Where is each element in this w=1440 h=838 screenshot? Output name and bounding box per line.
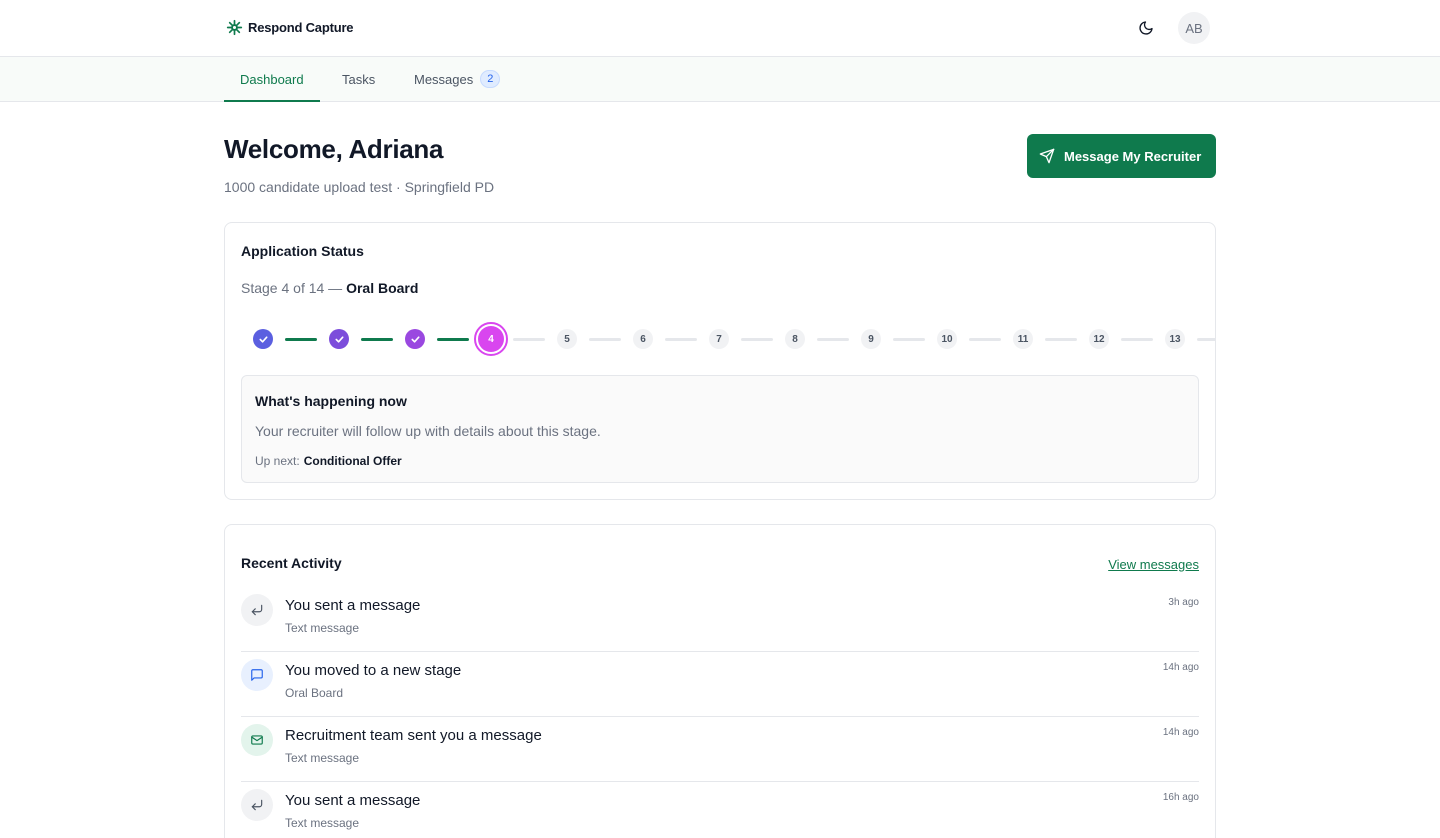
activity-item[interactable]: You moved to a new stage Oral Board 14h …: [241, 652, 1199, 717]
recent-activity-card: Recent Activity View messages You sent a…: [224, 524, 1216, 838]
tab-messages[interactable]: Messages 2: [398, 57, 516, 101]
avatar[interactable]: AB: [1178, 12, 1210, 44]
reply-icon: [251, 799, 263, 811]
reply-icon: [251, 604, 263, 616]
activity-time: 14h ago: [1162, 727, 1199, 738]
stage-step-current: 4: [474, 322, 508, 356]
message-recruiter-label: Message My Recruiter: [1064, 148, 1202, 164]
now-description: Your recruiter will follow up with detai…: [255, 423, 601, 439]
tab-label: Dashboard: [240, 71, 304, 87]
stage-step-upcoming: 7: [709, 329, 729, 349]
check-icon: [258, 335, 268, 343]
stage-connector-upcoming: [1197, 338, 1215, 341]
card-title: Application Status: [241, 243, 364, 259]
stage-connector-upcoming: [1045, 338, 1077, 341]
activity-title: Recruitment team sent you a message: [285, 727, 542, 744]
tab-label: Messages: [414, 71, 474, 87]
activity-time: 14h ago: [1162, 662, 1199, 673]
check-icon: [410, 335, 420, 343]
stage-step-upcoming: 9: [861, 329, 881, 349]
stage-connector-upcoming: [665, 338, 697, 341]
tab-tasks[interactable]: Tasks: [326, 57, 391, 101]
stage-connector-upcoming: [969, 338, 1001, 341]
activity-item[interactable]: Recruitment team sent you a message Text…: [241, 717, 1199, 782]
stage-step-upcoming: 13: [1165, 329, 1185, 349]
tab-label: Tasks: [342, 71, 376, 87]
stage-connector-upcoming: [1121, 338, 1153, 341]
up-next-value: Conditional Offer: [303, 454, 402, 468]
stage-step-complete: [253, 329, 273, 349]
card-title: Recent Activity: [241, 555, 342, 571]
check-icon: [334, 335, 344, 343]
stage-step-upcoming: 8: [785, 329, 805, 349]
messages-count-badge: 2: [480, 70, 501, 88]
stage-name: Oral Board: [346, 280, 419, 296]
activity-time: 16h ago: [1162, 792, 1199, 803]
activity-subtitle: Text message: [285, 816, 360, 830]
moon-icon: [1139, 21, 1153, 35]
stage-step-upcoming: 6: [633, 329, 653, 349]
whats-happening-box: What's happening now Your recruiter will…: [241, 375, 1199, 483]
stage-step-number: 4: [478, 326, 504, 352]
activity-icon: [241, 789, 273, 821]
stage-connector-complete: [437, 338, 469, 341]
stage-step-upcoming: 5: [557, 329, 577, 349]
nav-tabs: Dashboard Tasks Messages 2: [0, 57, 1440, 102]
activity-title: You sent a message: [285, 597, 421, 614]
message-recruiter-button[interactable]: Message My Recruiter: [1027, 134, 1216, 178]
stage-connector-upcoming: [513, 338, 545, 341]
stage-connector-upcoming: [589, 338, 621, 341]
brand-name: Respond Capture: [248, 20, 354, 35]
activity-subtitle: Text message: [285, 621, 360, 635]
stage-step-upcoming: 10: [937, 329, 957, 349]
activity-item[interactable]: You sent a message Text message 3h ago: [241, 587, 1199, 652]
brand-logo[interactable]: Respond Capture: [226, 19, 354, 36]
stage-stepper: 4567891011121314: [225, 319, 1215, 359]
application-status-card: Application Status Stage 4 of 14 — Oral …: [224, 222, 1216, 500]
stage-prefix: Stage 4 of 14 —: [241, 280, 347, 296]
now-title: What's happening now: [255, 393, 407, 409]
stage-connector-upcoming: [893, 338, 925, 341]
up-next-label: Up next:: [255, 454, 300, 468]
stage-step-upcoming: 11: [1013, 329, 1033, 349]
chat-bubble-icon: [251, 669, 263, 681]
stage-summary: Stage 4 of 14 — Oral Board: [241, 280, 418, 296]
up-next: Up next: Conditional Offer: [255, 454, 402, 468]
activity-time: 3h ago: [1168, 597, 1199, 608]
brand-mark-icon: [226, 19, 243, 36]
activity-icon: [241, 659, 273, 691]
activity-title: You sent a message: [285, 792, 421, 809]
stage-step-complete: [329, 329, 349, 349]
page-subtitle: 1000 candidate upload test · Springfield…: [224, 179, 495, 195]
stage-connector-complete: [285, 338, 317, 341]
activity-icon: [241, 594, 273, 626]
page-title: Welcome, Adriana: [224, 134, 444, 164]
tab-dashboard[interactable]: Dashboard: [224, 57, 320, 102]
activity-title: You moved to a new stage: [285, 662, 462, 679]
activity-subtitle: Text message: [285, 751, 360, 765]
activity-icon: [241, 724, 273, 756]
top-bar: Respond Capture AB: [0, 0, 1440, 57]
stage-step-upcoming: 12: [1089, 329, 1109, 349]
stage-step-complete: [405, 329, 425, 349]
stage-connector-complete: [361, 338, 393, 341]
activity-subtitle: Oral Board: [285, 686, 344, 700]
activity-item[interactable]: You sent a message Text message 16h ago: [241, 782, 1199, 838]
stage-connector-upcoming: [741, 338, 773, 341]
mail-icon: [251, 735, 263, 745]
view-messages-link[interactable]: View messages: [1108, 557, 1199, 572]
send-icon: [1039, 148, 1055, 164]
theme-toggle-button[interactable]: [1132, 14, 1160, 42]
stage-connector-upcoming: [817, 338, 849, 341]
